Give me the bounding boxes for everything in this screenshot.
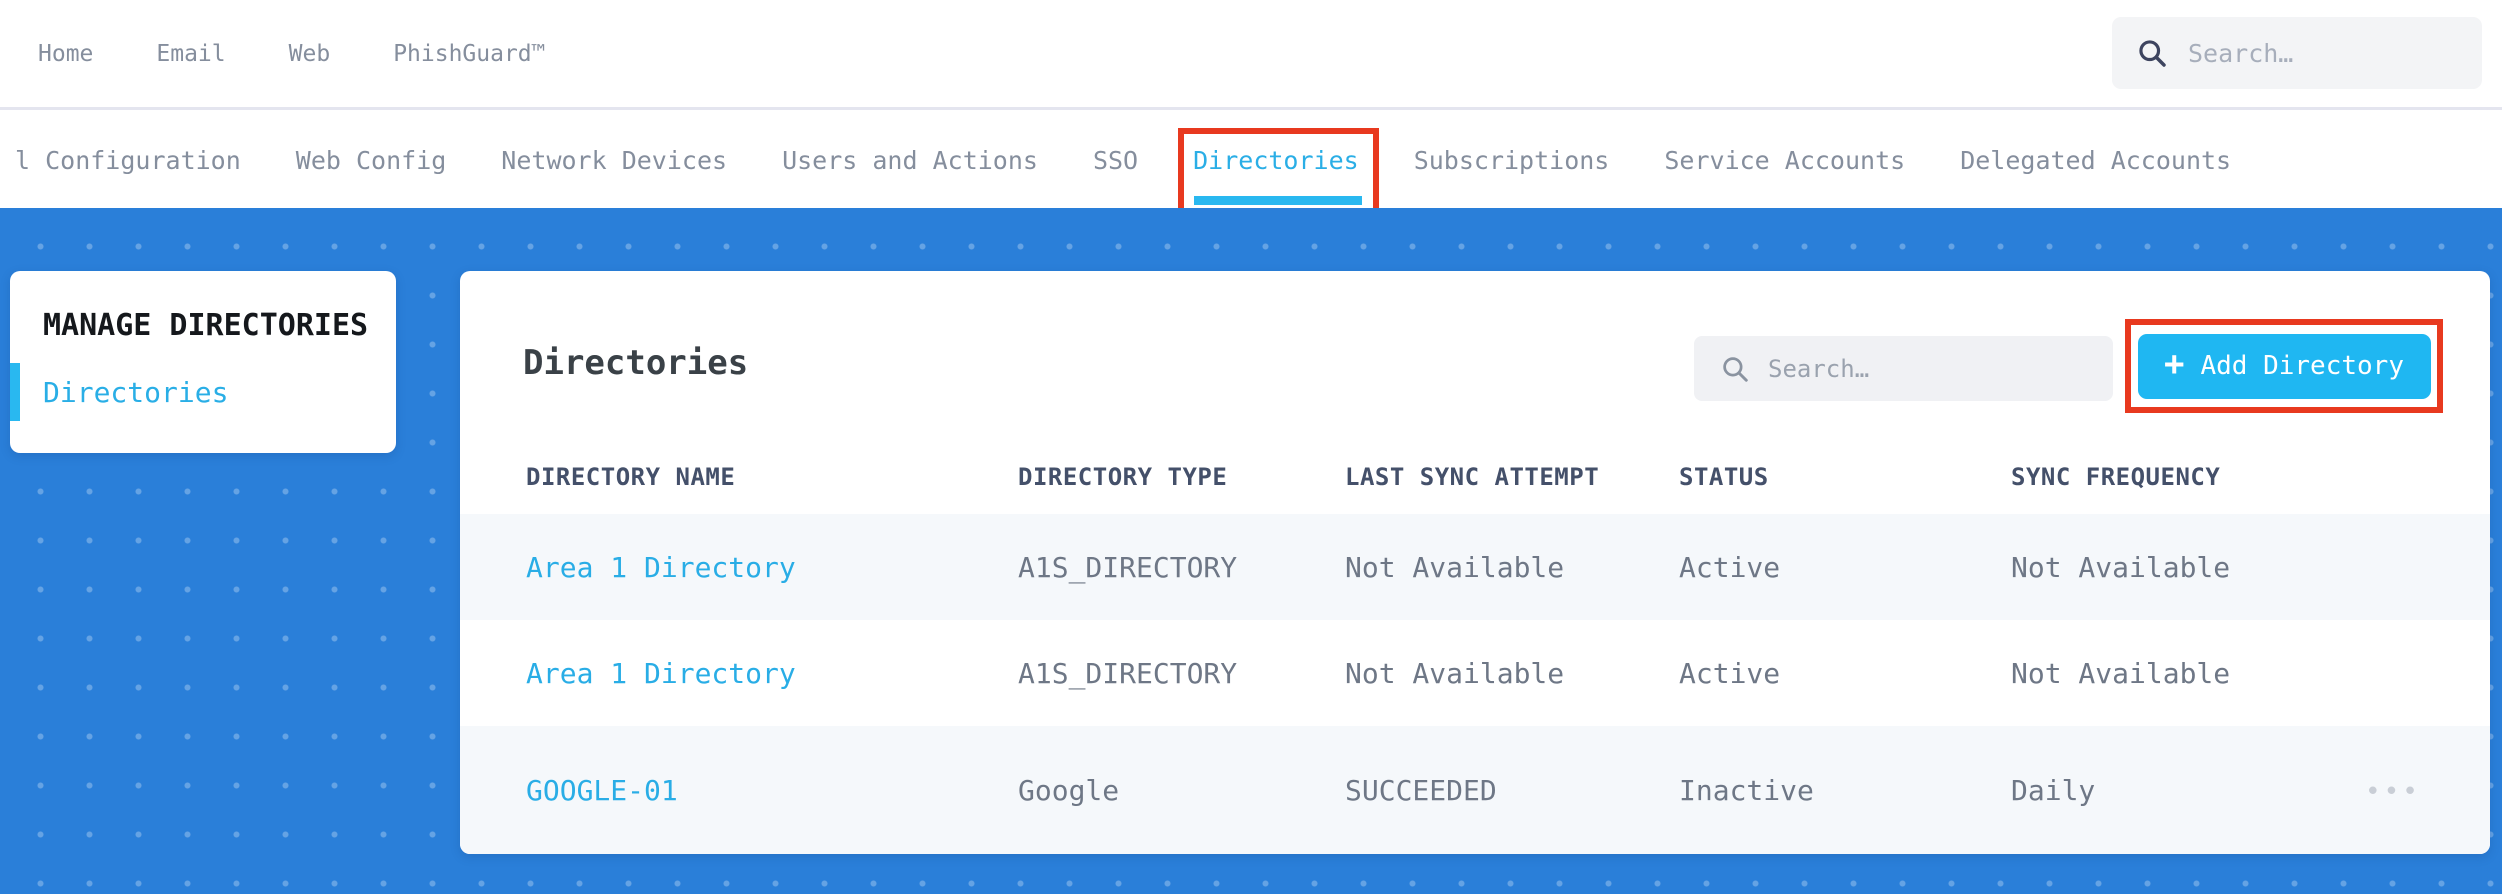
status-cell: Inactive: [1679, 773, 1814, 807]
topnav-web[interactable]: Web: [289, 41, 331, 67]
side-card-title: MANAGE DIRECTORIES: [43, 308, 369, 343]
table-row: Area 1 Directory A1S_DIRECTORY Not Avail…: [460, 620, 2490, 726]
sidebar-item-directories-link[interactable]: Directories: [43, 376, 228, 409]
settings-tabs-bar: l Configuration Web Config Network Devic…: [0, 113, 2502, 224]
column-last-sync-attempt: LAST SYNC ATTEMPT: [1345, 463, 1600, 491]
directory-type-cell: A1S_DIRECTORY: [1018, 550, 1238, 584]
sync-frequency-cell: Not Available: [2011, 656, 2231, 690]
search-icon: [2136, 37, 2168, 69]
tab-network-devices[interactable]: Network Devices: [501, 146, 727, 175]
search-icon: [1720, 354, 1750, 384]
directories-card: Directories + Add Directory DIRECTORY NA…: [460, 271, 2490, 854]
directory-name-link[interactable]: Area 1 Directory: [526, 657, 796, 690]
last-sync-cell: Not Available: [1345, 550, 1565, 584]
row-menu-icon[interactable]: •••: [2365, 777, 2421, 807]
topnav-home[interactable]: Home: [38, 41, 93, 67]
annotation-box-add-directory: + Add Directory: [2125, 319, 2443, 413]
tab-delegated-accounts[interactable]: Delegated Accounts: [1960, 146, 2231, 175]
table-row: GOOGLE-01 Google SUCCEEDED Inactive Dail…: [460, 726, 2490, 854]
directory-type-cell: A1S_DIRECTORY: [1018, 656, 1238, 690]
top-navigation-bar: Home Email Web PhishGuard™: [0, 0, 2502, 110]
status-cell: Active: [1679, 550, 1781, 584]
phishguard-admin-page: Home Email Web PhishGuard™ l Configurati…: [0, 0, 2502, 894]
tab-service-accounts[interactable]: Service Accounts: [1664, 146, 1905, 175]
directory-type-cell: Google: [1018, 773, 1120, 807]
directory-name-link[interactable]: Area 1 Directory: [526, 551, 796, 584]
sync-frequency-cell: Daily: [2011, 773, 2096, 807]
last-sync-cell: Not Available: [1345, 656, 1565, 690]
tab-email-configuration[interactable]: l Configuration: [15, 146, 241, 175]
tab-sso[interactable]: SSO: [1093, 146, 1138, 175]
column-directory-name: DIRECTORY NAME: [526, 463, 736, 491]
topnav-phishguard[interactable]: PhishGuard™: [393, 41, 545, 67]
table-row: Area 1 Directory A1S_DIRECTORY Not Avail…: [460, 514, 2490, 620]
directories-search-input[interactable]: [1768, 354, 2087, 383]
global-search[interactable]: [2112, 17, 2482, 89]
column-status: STATUS: [1679, 463, 1769, 491]
add-directory-button[interactable]: + Add Directory: [2137, 333, 2431, 399]
active-tab-underline: [1194, 196, 1362, 205]
tab-subscriptions[interactable]: Subscriptions: [1414, 146, 1610, 175]
tab-users-and-actions[interactable]: Users and Actions: [782, 146, 1038, 175]
page-title: Directories: [523, 343, 749, 383]
add-directory-label: Add Directory: [2200, 351, 2404, 381]
sidebar-item-directories[interactable]: Directories: [10, 363, 396, 421]
last-sync-cell: SUCCEEDED: [1345, 773, 1497, 807]
status-cell: Active: [1679, 656, 1781, 690]
plus-icon: +: [2164, 344, 2185, 384]
directory-name-link[interactable]: GOOGLE-01: [526, 774, 678, 807]
global-search-input[interactable]: [2188, 38, 2458, 68]
tab-web-config[interactable]: Web Config: [296, 146, 447, 175]
column-directory-type: DIRECTORY TYPE: [1018, 463, 1228, 491]
sync-frequency-cell: Not Available: [2011, 550, 2231, 584]
tab-directories-label: Directories: [1193, 146, 1359, 175]
column-sync-frequency: SYNC FREQUENCY: [2011, 463, 2221, 491]
active-item-indicator: [10, 363, 20, 421]
directories-table: DIRECTORY NAME DIRECTORY TYPE LAST SYNC …: [460, 440, 2490, 854]
content-area: MANAGE DIRECTORIES Directories Directori…: [0, 208, 2502, 894]
directories-search[interactable]: [1694, 336, 2113, 401]
table-header-row: DIRECTORY NAME DIRECTORY TYPE LAST SYNC …: [460, 440, 2490, 514]
manage-directories-card: MANAGE DIRECTORIES Directories: [10, 271, 396, 453]
topnav-email[interactable]: Email: [156, 41, 225, 67]
tab-directories[interactable]: Directories: [1178, 128, 1379, 224]
